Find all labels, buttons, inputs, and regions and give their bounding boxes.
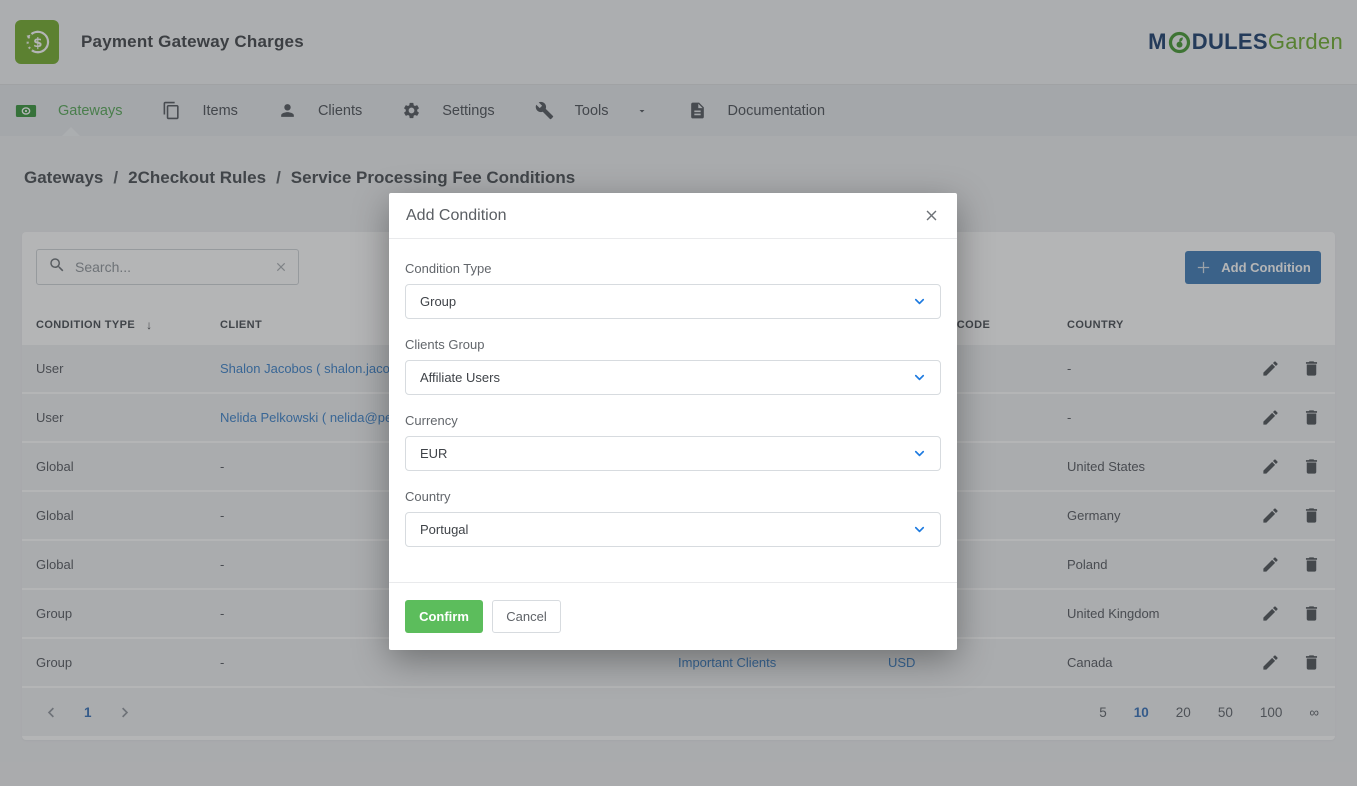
- confirm-button[interactable]: Confirm: [405, 600, 483, 633]
- modal-body: Condition Type Group Clients Group Affil…: [389, 239, 957, 582]
- page: $ Payment Gateway Charges M DULES Garden: [0, 0, 1357, 786]
- condition-type-label: Condition Type: [405, 261, 941, 276]
- chevron-down-icon: [912, 294, 927, 309]
- chevron-down-icon: [912, 522, 927, 537]
- condition-type-select[interactable]: Group: [405, 284, 941, 319]
- modal-footer: Confirm Cancel: [389, 582, 957, 650]
- chevron-down-icon: [912, 446, 927, 461]
- close-icon: [923, 207, 940, 224]
- clients-group-select[interactable]: Affiliate Users: [405, 360, 941, 395]
- currency-value: EUR: [420, 446, 912, 461]
- clients-group-value: Affiliate Users: [420, 370, 912, 385]
- currency-label: Currency: [405, 413, 941, 428]
- add-condition-modal: Add Condition Condition Type Group Clien…: [389, 193, 957, 650]
- clients-group-label: Clients Group: [405, 337, 941, 352]
- country-value: Portugal: [420, 522, 912, 537]
- chevron-down-icon: [912, 370, 927, 385]
- modal-header: Add Condition: [389, 193, 957, 239]
- modal-title: Add Condition: [406, 207, 507, 225]
- currency-select[interactable]: EUR: [405, 436, 941, 471]
- country-label: Country: [405, 489, 941, 504]
- country-select[interactable]: Portugal: [405, 512, 941, 547]
- close-button[interactable]: [923, 207, 940, 224]
- condition-type-value: Group: [420, 294, 912, 309]
- cancel-button[interactable]: Cancel: [492, 600, 561, 633]
